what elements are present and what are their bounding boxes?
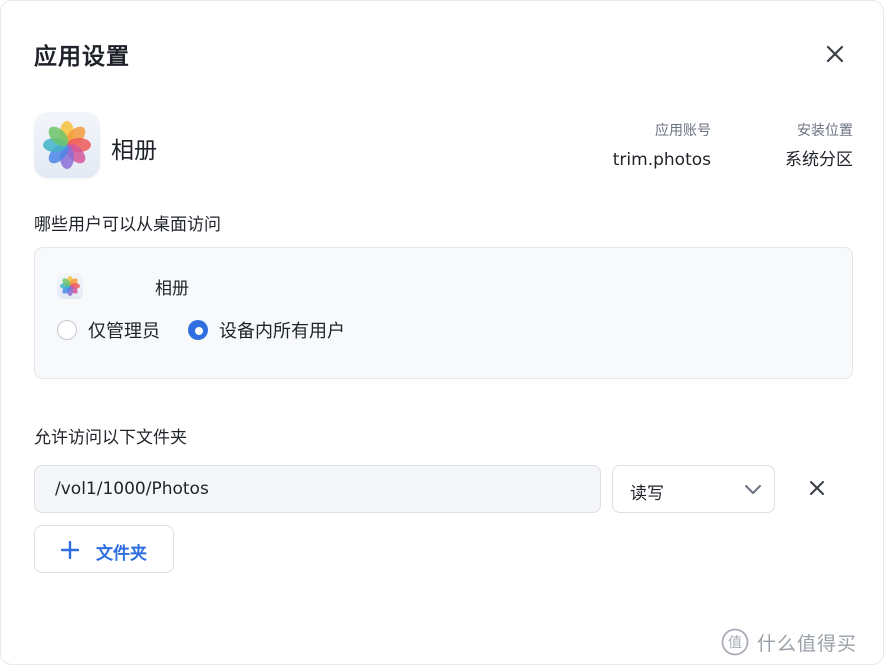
install-location-label: 安装位置	[797, 123, 853, 139]
radio-unchecked-icon	[57, 320, 77, 340]
smzdm-logo-icon: 值	[721, 628, 749, 656]
radio-all-users[interactable]: 设备内所有用户	[188, 318, 345, 342]
close-icon	[810, 481, 824, 495]
watermark-text: 什么值得买	[757, 632, 858, 655]
radio-all-users-label: 设备内所有用户	[219, 321, 345, 342]
desktop-access-section-label: 哪些用户可以从桌面访问	[34, 215, 221, 235]
chevron-down-icon	[745, 485, 761, 494]
install-location-value: 系统分区	[785, 150, 853, 170]
app-settings-dialog: 应用设置 相册 应用账号 trim.photos 安装位置 系统分区 哪些用户可…	[0, 0, 884, 665]
add-folder-button[interactable]: 文件夹	[34, 525, 174, 573]
card-app-name: 相册	[155, 279, 189, 299]
remove-folder-button[interactable]	[806, 477, 828, 499]
close-icon	[826, 45, 844, 63]
svg-text:值: 值	[728, 635, 742, 651]
plus-icon	[61, 541, 79, 559]
folder-access-section-label: 允许访问以下文件夹	[34, 428, 187, 448]
watermark: 值 什么值得买	[721, 627, 857, 657]
close-button[interactable]	[822, 41, 848, 67]
app-name: 相册	[111, 138, 157, 164]
app-account-block: 应用账号 trim.photos	[601, 121, 711, 171]
radio-checked-icon	[188, 320, 208, 340]
app-account-label: 应用账号	[655, 123, 711, 139]
photos-app-icon	[34, 112, 100, 178]
folder-path-input[interactable]	[34, 465, 601, 513]
install-location-block: 安装位置 系统分区	[753, 121, 853, 171]
dialog-title: 应用设置	[34, 44, 130, 70]
permission-select[interactable]: 读写	[612, 465, 775, 513]
permission-select-value: 读写	[630, 484, 664, 504]
radio-admin-only-label: 仅管理员	[88, 321, 160, 342]
add-folder-label: 文件夹	[96, 544, 147, 564]
app-account-value: trim.photos	[612, 150, 711, 170]
radio-admin-only[interactable]: 仅管理员	[57, 318, 160, 342]
photos-small-icon	[57, 273, 83, 299]
desktop-access-card: 相册 仅管理员 设备内所有用户	[34, 247, 853, 379]
